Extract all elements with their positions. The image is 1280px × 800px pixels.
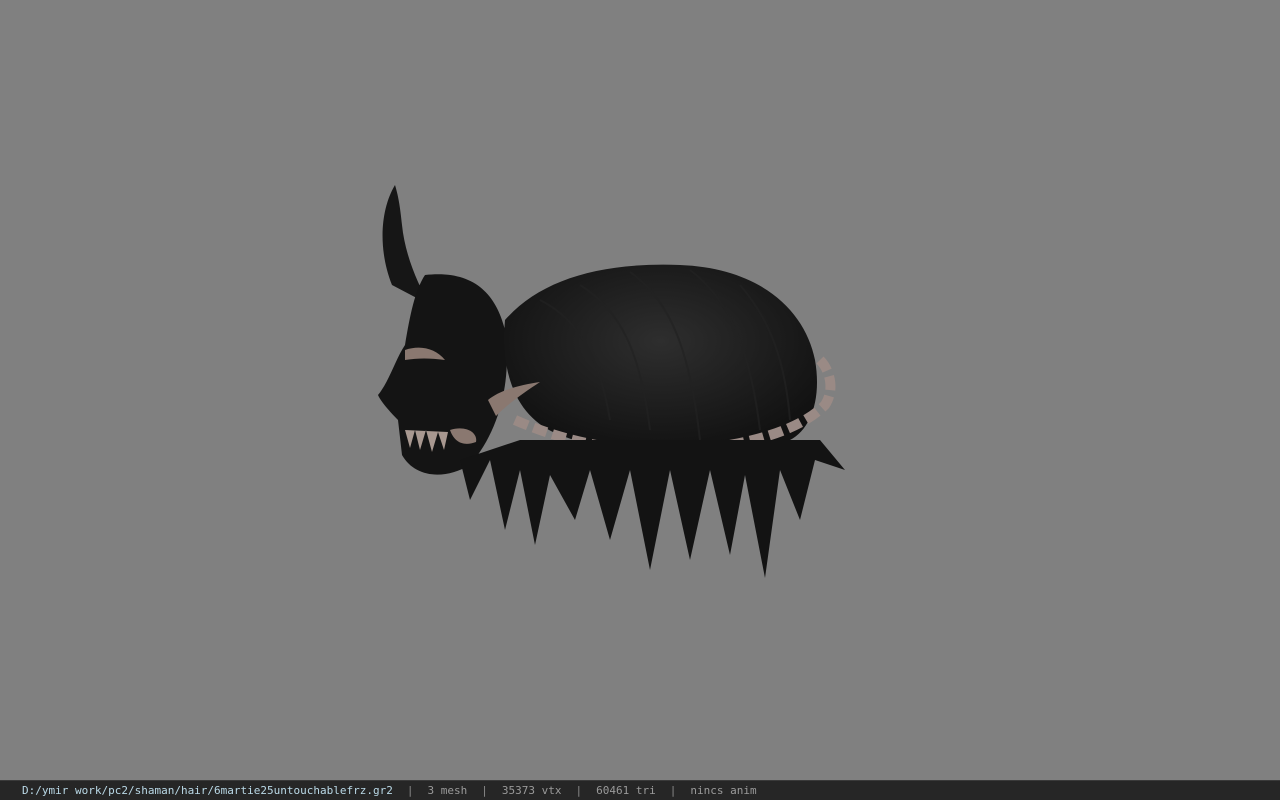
status-separator: | — [669, 784, 677, 797]
vertex-count: 35373 vtx — [501, 784, 562, 797]
3d-viewport[interactable] — [0, 0, 1280, 780]
status-bar: D:/ymir work/pc2/shaman/hair/6martie25un… — [0, 780, 1280, 800]
triangle-count: 60461 tri — [596, 784, 656, 797]
mesh-count: 3 mesh — [427, 784, 468, 797]
model-render — [378, 185, 845, 578]
status-separator: | — [575, 784, 583, 797]
hair-mass — [504, 264, 818, 457]
hair-tips — [460, 440, 845, 578]
file-path: D:/ymir work/pc2/shaman/hair/6martie25un… — [22, 784, 393, 797]
animation-status: nincs anim — [690, 784, 757, 797]
status-separator: | — [406, 784, 414, 797]
status-separator: | — [481, 784, 488, 797]
